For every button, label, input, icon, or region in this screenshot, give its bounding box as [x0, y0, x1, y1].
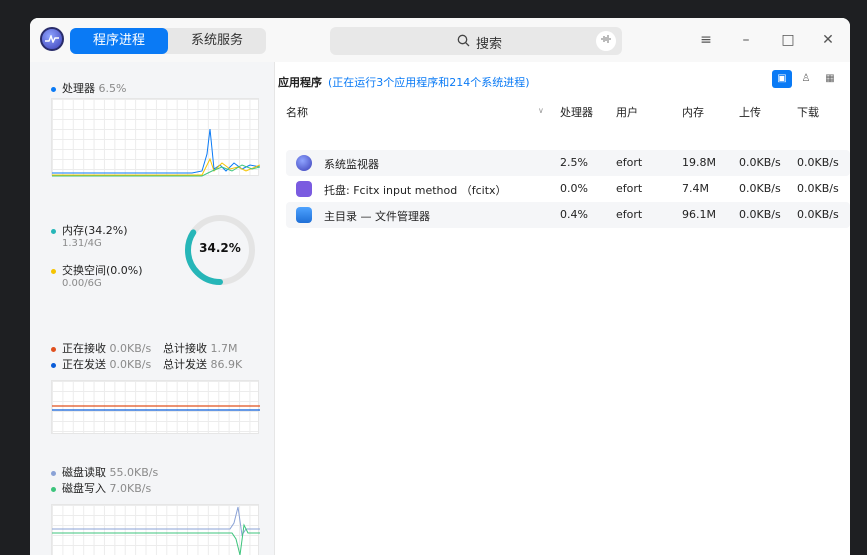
recv-dot: [51, 346, 56, 352]
process-count-hint: (正在运行3个应用程序和214个系统进程): [328, 76, 530, 89]
memory-ring: 34.2%: [182, 212, 258, 288]
col-cpu[interactable]: 处理器: [560, 104, 593, 120]
cpu-dot: [51, 86, 56, 92]
app-view-icon[interactable]: ▣: [772, 70, 792, 88]
col-download[interactable]: 下载: [797, 104, 819, 120]
write-dot: [51, 486, 56, 492]
voice-icon[interactable]: [596, 31, 616, 51]
maximize-icon[interactable]: □: [778, 30, 798, 50]
swap-sub: 0.00/6G: [62, 278, 102, 289]
disk-write: 磁盘写入 7.0KB/s: [51, 480, 151, 496]
minimize-icon[interactable]: –: [736, 30, 756, 50]
table-row[interactable]: 主目录 — 文件管理器 0.4% efort 96.1M 0.0KB/s 0.0…: [286, 202, 850, 228]
table-row[interactable]: 托盘: Fcitx input method （fcitx） 0.0% efor…: [286, 176, 850, 202]
net-recv-total: 总计接收 1.7M: [163, 342, 238, 355]
col-memory[interactable]: 内存: [682, 104, 704, 120]
network-graph: [51, 380, 260, 434]
col-upload[interactable]: 上传: [739, 104, 761, 120]
disk-read: 磁盘读取 55.0KB/s: [51, 464, 158, 480]
tab-group: 程序进程 系统服务: [70, 28, 266, 54]
col-user[interactable]: 用户: [616, 104, 638, 120]
search-input[interactable]: 搜索: [330, 27, 622, 55]
tab-services[interactable]: 系统服务: [168, 28, 266, 54]
net-recv: 正在接收 0.0KB/s: [51, 340, 151, 356]
view-switch: ▣ ♙ ▦: [772, 70, 840, 88]
table-row[interactable]: 系统监视器 2.5% efort 19.8M 0.0KB/s 0.0KB/s 3…: [286, 150, 850, 176]
app-logo-icon: [40, 27, 64, 51]
resource-panel: 处理器 6.5% 内存(34.2%) 1.31/4G 交换空间(0.0%) 0.…: [30, 62, 275, 555]
titlebar: 程序进程 系统服务 搜索 ≡ – □ ✕: [30, 18, 850, 62]
memory-stat: 内存(34.2%): [51, 222, 128, 238]
net-send-total: 总计发送 86.9K: [163, 358, 243, 371]
read-dot: [51, 470, 56, 476]
memory-dot: [51, 228, 56, 234]
table-header: 名称 ∨ 处理器 用户 内存 上传 下载 进程: [276, 98, 850, 124]
memory-sub: 1.31/4G: [62, 238, 102, 249]
menu-icon[interactable]: ≡: [696, 30, 716, 50]
net-send: 正在发送 0.0KB/s: [51, 356, 151, 372]
swap-dot: [51, 268, 56, 274]
send-dot: [51, 362, 56, 368]
fcitx-icon: [296, 181, 312, 197]
cpu-stat: 处理器 6.5%: [51, 80, 126, 96]
close-icon[interactable]: ✕: [818, 30, 838, 50]
all-process-view-icon[interactable]: ▦: [820, 70, 840, 88]
process-area: 应用程序 (正在运行3个应用程序和214个系统进程) ▣ ♙ ▦ 名称 ∨ 处理器…: [276, 62, 850, 555]
disk-graph: [51, 504, 260, 555]
sort-down-icon: ∨: [538, 106, 544, 115]
system-monitor-window: 程序进程 系统服务 搜索 ≡ – □ ✕ 处理器 6.5% 内存(34.2%) …: [30, 18, 850, 555]
col-name[interactable]: 名称: [286, 104, 308, 120]
search-icon: [457, 34, 470, 47]
swap-stat: 交换空间(0.0%): [51, 262, 143, 278]
search-placeholder: 搜索: [476, 37, 503, 52]
memory-ring-label: 34.2%: [199, 241, 241, 255]
cpu-graph: [51, 98, 260, 177]
tab-processes[interactable]: 程序进程: [70, 28, 168, 54]
system-monitor-icon: [296, 155, 312, 171]
user-view-icon[interactable]: ♙: [796, 70, 816, 88]
file-manager-icon: [296, 207, 312, 223]
main-title: 应用程序 (正在运行3个应用程序和214个系统进程): [278, 76, 530, 89]
